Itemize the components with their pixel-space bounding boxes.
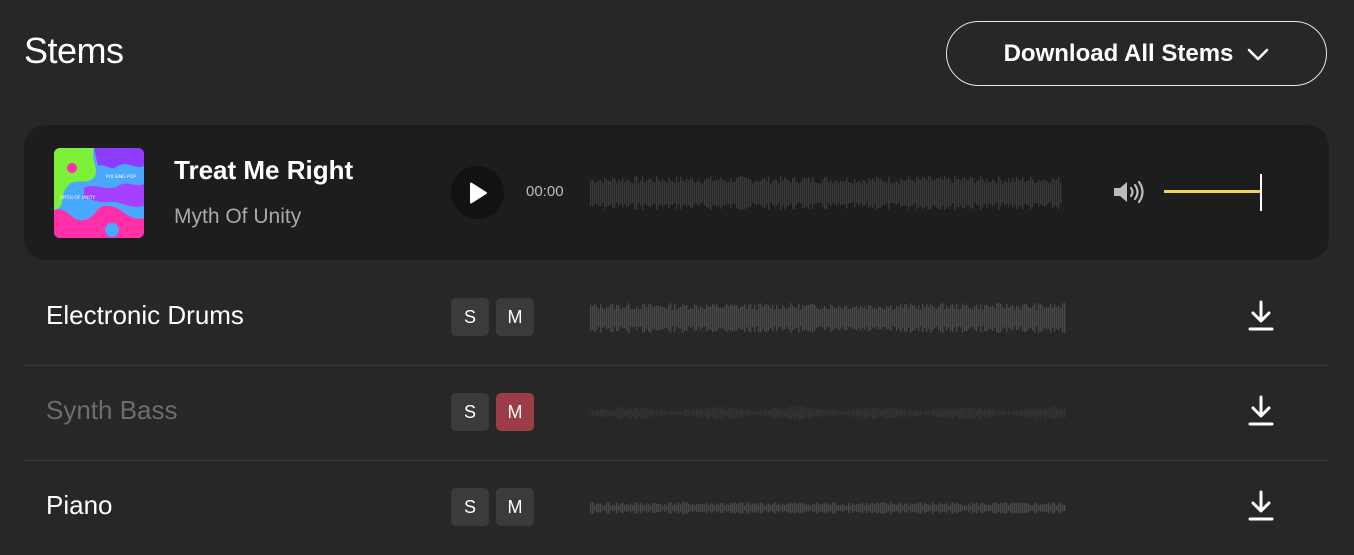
solo-button[interactable]: S bbox=[451, 393, 489, 431]
mute-button[interactable]: M bbox=[496, 393, 534, 431]
download-all-label: Download All Stems bbox=[1003, 39, 1234, 67]
play-button[interactable] bbox=[451, 166, 504, 219]
stem-waveform[interactable] bbox=[590, 494, 1066, 522]
stem-row-piano: Piano S M bbox=[24, 460, 1329, 555]
mute-button[interactable]: M bbox=[496, 298, 534, 336]
track-title: Treat Me Right bbox=[174, 155, 354, 185]
stem-name: Piano bbox=[46, 490, 113, 520]
solo-button[interactable]: S bbox=[451, 298, 489, 336]
stem-name: Synth Bass bbox=[46, 395, 178, 425]
cover-text-bottom: MYTH OF UNITY bbox=[60, 195, 95, 201]
download-icon[interactable] bbox=[1246, 298, 1276, 334]
mute-button[interactable]: M bbox=[496, 488, 534, 526]
download-all-stems-button[interactable]: Download All Stems bbox=[946, 21, 1327, 86]
volume-slider-handle[interactable] bbox=[1260, 174, 1262, 211]
chevron-down-icon bbox=[1248, 48, 1269, 60]
track-player: PULSING POP MYTH OF UNITY Treat Me Right… bbox=[24, 125, 1329, 260]
download-icon[interactable] bbox=[1246, 393, 1276, 429]
main-waveform[interactable] bbox=[590, 168, 1062, 218]
stem-row-synth-bass: Synth Bass S M bbox=[24, 365, 1329, 460]
play-icon bbox=[469, 182, 487, 203]
page-title: Stems bbox=[24, 30, 124, 71]
solo-button[interactable]: S bbox=[451, 488, 489, 526]
stem-name: Electronic Drums bbox=[46, 300, 244, 330]
stem-waveform[interactable] bbox=[590, 397, 1066, 429]
stem-row-electronic-drums: Electronic Drums S M bbox=[24, 270, 1329, 365]
volume-slider-track[interactable] bbox=[1164, 190, 1262, 193]
playback-time: 00:00 bbox=[526, 183, 564, 200]
stem-waveform[interactable] bbox=[590, 300, 1066, 336]
track-artist: Myth Of Unity bbox=[174, 205, 302, 228]
cover-text-top: PULSING POP bbox=[106, 174, 136, 180]
volume-icon[interactable] bbox=[1112, 178, 1146, 206]
album-cover: PULSING POP MYTH OF UNITY bbox=[54, 148, 144, 238]
download-icon[interactable] bbox=[1246, 488, 1276, 524]
